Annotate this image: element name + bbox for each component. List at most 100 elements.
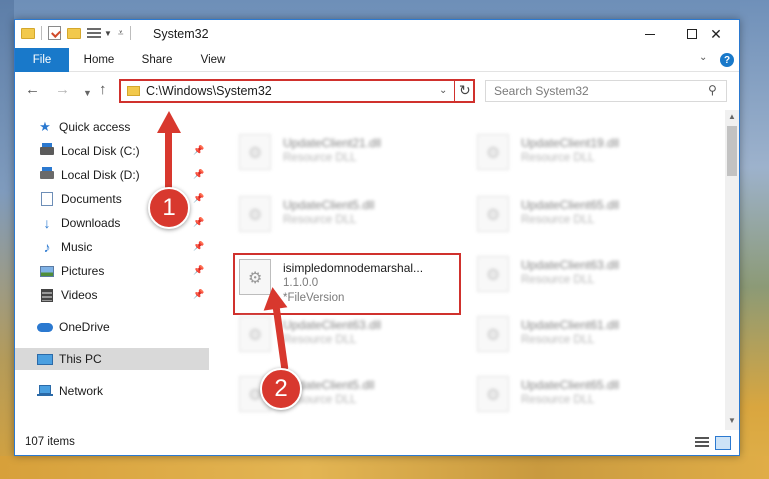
address-separator xyxy=(454,81,455,101)
pin-icon[interactable]: 📌 xyxy=(193,193,204,204)
file-tile[interactable]: UpdateClient21.dll Resource DLL xyxy=(233,130,463,180)
vertical-scrollbar[interactable]: ▲ ▼ xyxy=(725,110,739,430)
address-path[interactable]: C:\Windows\System32 xyxy=(146,84,272,98)
chevron-down-icon[interactable]: ▼ xyxy=(104,29,112,38)
back-arrow-icon[interactable]: ← xyxy=(25,82,40,98)
scroll-down-icon[interactable]: ▼ xyxy=(728,416,736,425)
chevron-down-icon[interactable]: ⌄ xyxy=(439,85,447,96)
dll-file-icon xyxy=(477,196,509,232)
folder-icon xyxy=(21,26,35,40)
file-type: Resource DLL xyxy=(521,152,595,164)
sidebar-item-label: Network xyxy=(59,384,104,398)
file-tile[interactable]: UpdateClient63.dll Resource DLL xyxy=(471,252,701,302)
navigation-bar: ← → ▼ ↑ C:\Windows\System32 ⌄ ↻ Search S… xyxy=(15,73,739,109)
close-button[interactable]: ✕ xyxy=(693,20,739,48)
minimize-button[interactable] xyxy=(627,20,673,48)
tab-share[interactable]: Share xyxy=(133,48,181,72)
scroll-thumb[interactable] xyxy=(727,126,737,176)
file-tile[interactable]: UpdateClient61.dll Resource DLL xyxy=(471,312,701,362)
step-2-badge: 2 xyxy=(260,368,302,410)
sidebar-item-label: Videos xyxy=(61,288,98,302)
file-type: Resource DLL xyxy=(521,334,595,346)
dll-file-icon xyxy=(239,196,271,232)
expand-ribbon-icon[interactable]: ⌄ xyxy=(699,52,707,63)
file-name: UpdateClient63.dll xyxy=(283,318,382,332)
ribbon-tabs: File Home Share View ⌄ ? xyxy=(15,48,739,72)
view-list-icon[interactable] xyxy=(87,27,101,40)
dll-file-icon xyxy=(239,316,271,352)
sidebar-item-local-disk-c[interactable]: Local Disk (C:) 📌 xyxy=(15,140,209,162)
sidebar-item-this-pc[interactable]: This PC xyxy=(15,348,209,370)
file-type: Resource DLL xyxy=(521,274,595,286)
sidebar-item-videos[interactable]: Videos 📌 xyxy=(15,284,209,306)
sidebar-item-onedrive[interactable]: OneDrive xyxy=(15,316,209,338)
sidebar-item-local-disk-d[interactable]: Local Disk (D:) 📌 xyxy=(15,164,209,186)
pin-icon[interactable]: 📌 xyxy=(193,169,204,180)
disk-icon xyxy=(39,143,55,158)
pin-icon[interactable]: 📌 xyxy=(193,265,204,276)
documents-icon xyxy=(39,192,55,206)
annotation-arrow-2-head xyxy=(260,285,288,311)
file-tile[interactable]: UpdateClient5.dll Resource DLL xyxy=(233,192,463,242)
search-placeholder: Search System32 xyxy=(494,84,589,98)
item-count: 107 items xyxy=(25,436,75,448)
sidebar-item-label: Local Disk (C:) xyxy=(61,144,140,158)
pin-icon[interactable]: 📌 xyxy=(193,217,204,228)
file-tile[interactable]: UpdateClient19.dll Resource DLL xyxy=(471,130,701,180)
minimize-icon xyxy=(645,33,655,35)
scroll-up-icon[interactable]: ▲ xyxy=(728,112,736,121)
file-tile[interactable]: UpdateClient63.dll Resource DLL xyxy=(233,312,463,362)
folder-icon xyxy=(127,86,140,96)
step-1-badge: 1 xyxy=(148,187,190,229)
file-type: Resource DLL xyxy=(283,214,357,226)
recent-locations-icon[interactable]: ▼ xyxy=(83,85,92,101)
file-name: UpdateClient65.dll xyxy=(521,198,620,212)
file-tile[interactable]: UpdateClient65.dll Resource DLL xyxy=(471,372,701,422)
new-folder-icon[interactable] xyxy=(67,26,81,40)
tab-home[interactable]: Home xyxy=(75,48,123,72)
sidebar-item-network[interactable]: Network xyxy=(15,380,209,402)
details-view-icon[interactable] xyxy=(695,437,709,449)
up-arrow-icon[interactable]: ↑ xyxy=(99,82,107,98)
search-input[interactable]: Search System32 ⚲ xyxy=(485,80,727,102)
help-icon[interactable]: ? xyxy=(720,53,734,67)
tab-file[interactable]: File xyxy=(15,48,69,72)
sidebar-item-pictures[interactable]: Pictures 📌 xyxy=(15,260,209,282)
properties-icon[interactable] xyxy=(48,26,61,40)
pin-icon[interactable]: 📌 xyxy=(193,241,204,252)
tiles-view-icon[interactable] xyxy=(715,436,731,450)
forward-arrow-icon[interactable]: → xyxy=(55,82,70,98)
address-bar[interactable]: C:\Windows\System32 ⌄ ↻ xyxy=(119,79,475,103)
desktop-background-bottom xyxy=(0,456,769,479)
sidebar-item-label: Music xyxy=(61,240,93,254)
file-name: UpdateClient63.dll xyxy=(521,258,620,272)
refresh-icon[interactable]: ↻ xyxy=(459,82,471,99)
computer-icon xyxy=(37,352,53,366)
tab-view[interactable]: View xyxy=(189,48,237,72)
dll-file-icon xyxy=(477,134,509,170)
toolbar-separator xyxy=(129,26,131,40)
sidebar-item-label: OneDrive xyxy=(59,320,110,334)
dll-file-icon xyxy=(239,134,271,170)
navigation-pane: ★ Quick access Local Disk (C:) 📌 Local D… xyxy=(15,110,209,430)
sidebar-item-label: Quick access xyxy=(59,120,131,134)
music-note-icon: ♪ xyxy=(43,239,51,255)
disk-icon xyxy=(39,167,55,182)
file-name: UpdateClient61.dll xyxy=(521,318,620,332)
pin-icon[interactable]: 📌 xyxy=(193,145,204,156)
pin-icon[interactable]: 📌 xyxy=(193,289,204,300)
file-tile[interactable]: UpdateClient65.dll Resource DLL xyxy=(471,192,701,242)
sidebar-item-label: Documents xyxy=(61,192,122,206)
file-explorer-window: ▼ ⩡ System32 ✕ File Home Share View ⌄ ? … xyxy=(14,19,740,456)
file-name: UpdateClient65.dll xyxy=(521,378,620,392)
file-type: Resource DLL xyxy=(283,334,357,346)
status-bar: 107 items xyxy=(15,432,739,455)
search-icon[interactable]: ⚲ xyxy=(708,83,717,97)
customize-toolbar-icon[interactable]: ⩡ xyxy=(118,28,124,39)
file-name: UpdateClient19.dll xyxy=(521,136,620,150)
pictures-icon xyxy=(39,264,55,278)
file-name: UpdateClient21.dll xyxy=(283,136,382,150)
sidebar-item-label: This PC xyxy=(59,352,102,366)
file-type: Resource DLL xyxy=(521,394,595,406)
sidebar-item-music[interactable]: ♪ Music 📌 xyxy=(15,236,209,258)
